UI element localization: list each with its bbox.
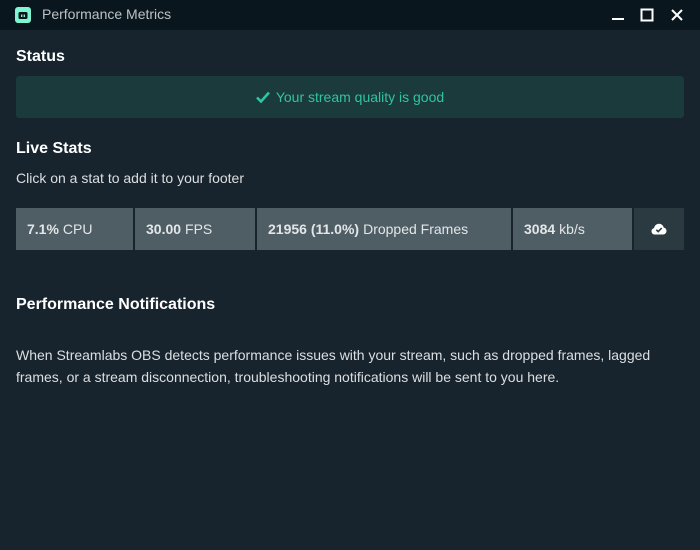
- window-title: Performance Metrics: [42, 6, 172, 22]
- status-banner: Your stream quality is good: [16, 76, 684, 118]
- close-button[interactable]: [662, 0, 692, 30]
- stat-extra-button[interactable]: [634, 208, 684, 250]
- stats-row: 7.1% CPU 30.00 FPS 21956 (11.0%) Dropped…: [16, 208, 684, 250]
- stat-bandwidth[interactable]: 3084 kb/s: [513, 208, 632, 250]
- close-icon: [671, 9, 683, 21]
- stat-fps-label: FPS: [185, 221, 213, 237]
- status-heading: Status: [16, 48, 65, 65]
- stat-bandwidth-label: kb/s: [559, 221, 585, 237]
- live-stats-subtitle: Click on a stat to add it to your footer: [16, 170, 245, 186]
- maximize-icon: [640, 8, 654, 22]
- notifications-heading: Performance Notifications: [16, 296, 216, 313]
- stat-fps-value: 30.00: [146, 221, 182, 237]
- streamlabs-logo-icon: [15, 7, 31, 23]
- stat-fps[interactable]: 30.00 FPS: [135, 208, 255, 250]
- stat-dropped-label: Dropped Frames: [363, 221, 469, 237]
- stat-cpu-label: CPU: [62, 221, 93, 237]
- check-icon: [255, 91, 270, 103]
- status-message: Your stream quality is good: [275, 89, 445, 105]
- cloud-check-icon: [651, 223, 667, 235]
- title-bar: Performance Metrics: [0, 0, 700, 30]
- stat-cpu[interactable]: 7.1% CPU: [16, 208, 133, 250]
- stat-dropped-frames[interactable]: 21956 (11.0%) Dropped Frames: [257, 208, 511, 250]
- stat-bandwidth-value: 3084: [524, 221, 556, 237]
- minimize-icon: [612, 18, 624, 20]
- notifications-description: When Streamlabs OBS detects performance …: [16, 347, 651, 385]
- live-stats-heading: Live Stats: [16, 140, 92, 157]
- minimize-button[interactable]: [603, 0, 633, 30]
- maximize-button[interactable]: [632, 0, 662, 30]
- stat-dropped-value: 21956 (11.0%): [268, 221, 360, 237]
- stat-cpu-value: 7.1%: [27, 221, 59, 237]
